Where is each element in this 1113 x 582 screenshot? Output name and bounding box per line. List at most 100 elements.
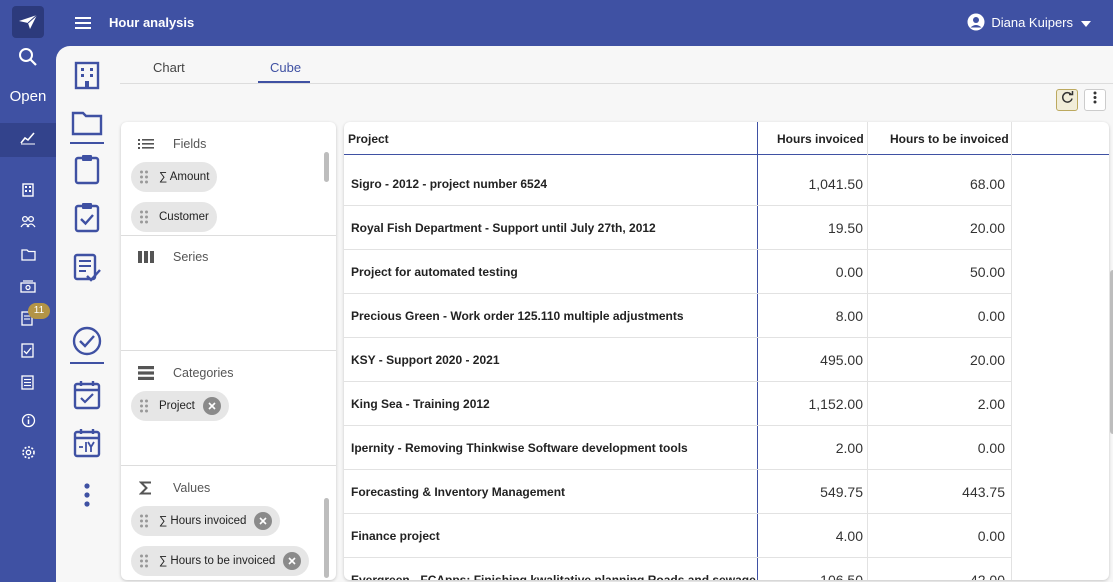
cell-hours-to-be-invoiced: 0.00 [977, 308, 1005, 324]
cell-project: KSY - Support 2020 - 2021 [351, 353, 500, 367]
money-icon[interactable] [18, 276, 38, 296]
list-icon [137, 136, 155, 152]
app-rail: Open 11 [0, 0, 56, 582]
chip-label: Customer [159, 211, 209, 223]
cell-hours-to-be-invoiced: 20.00 [969, 220, 1005, 236]
cell-hours-invoiced: 19.50 [827, 220, 863, 236]
search-icon[interactable] [17, 46, 39, 68]
remove-chip-icon[interactable] [283, 552, 302, 570]
series-title: Series [173, 250, 209, 264]
task-list-check-icon[interactable] [70, 250, 104, 284]
document-list-icon[interactable] [18, 372, 38, 392]
info-icon[interactable] [18, 410, 38, 430]
cell-project: King Sea - Training 2012 [351, 397, 490, 411]
column-header-hours-to-be-invoiced[interactable]: Hours to be invoiced [890, 122, 1009, 155]
drag-handle-icon[interactable] [139, 398, 149, 414]
settings-gear-icon[interactable] [18, 442, 38, 462]
cell-hours-to-be-invoiced: 68.00 [969, 176, 1005, 192]
active-indicator [70, 142, 104, 144]
value-chip-hours-invoiced[interactable]: ∑ Hours invoiced [131, 506, 281, 536]
table-row[interactable]: Forecasting & Inventory Management 549.75… [344, 470, 1012, 514]
cell-hours-invoiced: 8.00 [835, 308, 863, 324]
cell-hours-invoiced: 4.00 [835, 528, 863, 544]
field-chip-amount[interactable]: ∑ Amount [131, 162, 218, 192]
cell-hours-invoiced: 1,152.00 [808, 396, 864, 412]
clipboard-icon[interactable] [70, 152, 104, 186]
drag-handle-icon[interactable] [139, 169, 149, 185]
cell-project: Ipernity - Removing Thinkwise Software d… [351, 441, 688, 455]
drag-handle-icon[interactable] [139, 553, 149, 569]
fields-title: Fields [173, 137, 207, 151]
cell-project: Forecasting & Inventory Management [351, 485, 566, 499]
category-chip-project[interactable]: Project [131, 391, 229, 421]
drag-handle-icon[interactable] [139, 209, 149, 225]
user-menu[interactable]: Diana Kuipers [967, 13, 1091, 31]
user-name: Diana Kuipers [991, 14, 1073, 30]
tab-cube[interactable]: Cube [270, 60, 301, 75]
chip-label: ∑ Hours invoiced [159, 515, 247, 527]
column-header-project[interactable]: Project [348, 122, 389, 155]
checklist-icon[interactable] [18, 340, 38, 360]
chip-label: ∑ Hours to be invoiced [159, 555, 276, 567]
cell-project: Finance project [351, 529, 440, 543]
field-chip-customer[interactable]: Customer [131, 202, 217, 232]
cell-hours-invoiced: 549.75 [820, 484, 863, 500]
people-icon[interactable] [18, 212, 38, 232]
folder-icon[interactable] [18, 244, 38, 264]
value-chip-hours-to-be-invoiced[interactable]: ∑ Hours to be invoiced [131, 546, 310, 576]
table-row[interactable]: King Sea - Training 2012 1,152.00 2.00 [344, 382, 1012, 426]
categories-title: Categories [173, 366, 234, 380]
cell-project: Project for automated testing [351, 265, 518, 279]
refresh-button[interactable] [1056, 89, 1078, 111]
chart-line-icon [20, 131, 36, 150]
more-vertical-icon[interactable] [70, 478, 104, 512]
cell-hours-to-be-invoiced: 20.00 [969, 352, 1005, 368]
open-menu-label[interactable]: Open [0, 88, 56, 105]
cell-project: Sigro - 2012 - project number 6524 [351, 177, 548, 191]
cell-hours-to-be-invoiced: 0.00 [977, 528, 1005, 544]
drag-handle-icon[interactable] [139, 513, 149, 529]
calendar-minus-year-icon[interactable] [70, 426, 104, 460]
clipboard-check-icon[interactable] [70, 200, 104, 234]
remove-chip-icon[interactable] [202, 397, 221, 415]
calendar-check-icon[interactable] [70, 378, 104, 412]
cell-hours-invoiced: 495.00 [820, 352, 863, 368]
folder-icon[interactable] [70, 106, 104, 140]
active-indicator [70, 362, 104, 364]
page-title: Hour analysis [109, 15, 195, 30]
categories-section: Categories Project [121, 351, 336, 466]
analysis-nav-item[interactable] [0, 123, 56, 157]
building-icon[interactable] [70, 58, 104, 92]
tab-chart[interactable]: Chart [153, 60, 185, 75]
table-row[interactable]: Ipernity - Removing Thinkwise Software d… [344, 426, 1012, 470]
check-circle-icon[interactable] [70, 324, 104, 358]
app-logo-icon[interactable] [12, 6, 44, 38]
remove-chip-icon[interactable] [254, 512, 273, 530]
values-scrollbar[interactable] [324, 498, 329, 578]
table-row[interactable]: Finance project 4.00 0.00 [344, 514, 1012, 558]
subject-icon-column [56, 46, 118, 582]
building-icon[interactable] [18, 180, 38, 200]
table-row[interactable]: Project for automated testing 0.00 50.00 [344, 250, 1012, 294]
tab-bar: Chart Cube [120, 46, 1113, 84]
more-vertical-icon [1093, 91, 1097, 109]
rows-icon [137, 365, 155, 381]
table-row[interactable]: KSY - Support 2020 - 2021 495.00 20.00 [344, 338, 1012, 382]
pivot-field-panel: Fields ∑ Amount Customer Series Categori… [121, 122, 336, 580]
hamburger-menu-icon[interactable] [74, 14, 92, 32]
active-tab-indicator [258, 81, 310, 83]
fields-scrollbar[interactable] [324, 152, 329, 182]
fields-section: Fields ∑ Amount Customer [121, 122, 336, 236]
table-row[interactable]: Royal Fish Department - Support until Ju… [344, 206, 1012, 250]
table-row[interactable]: Sigro - 2012 - project number 6524 1,041.… [344, 162, 1012, 206]
cell-project: Evergreen - FCApps: Finishing kwalitativ… [351, 573, 756, 580]
series-header: Series [137, 249, 208, 265]
table-row[interactable]: Precious Green - Work order 125.110 mult… [344, 294, 1012, 338]
column-header-hours-invoiced[interactable]: Hours invoiced [777, 122, 864, 155]
cell-hours-invoiced: 0.00 [835, 264, 863, 280]
more-options-button[interactable] [1084, 89, 1106, 111]
refresh-icon [1061, 91, 1074, 109]
table-row[interactable]: Evergreen - FCApps: Finishing kwalitativ… [344, 558, 1012, 580]
notification-badge: 11 [28, 303, 50, 319]
pivot-grid: Project Hours invoiced Hours to be invoi… [344, 122, 1109, 580]
